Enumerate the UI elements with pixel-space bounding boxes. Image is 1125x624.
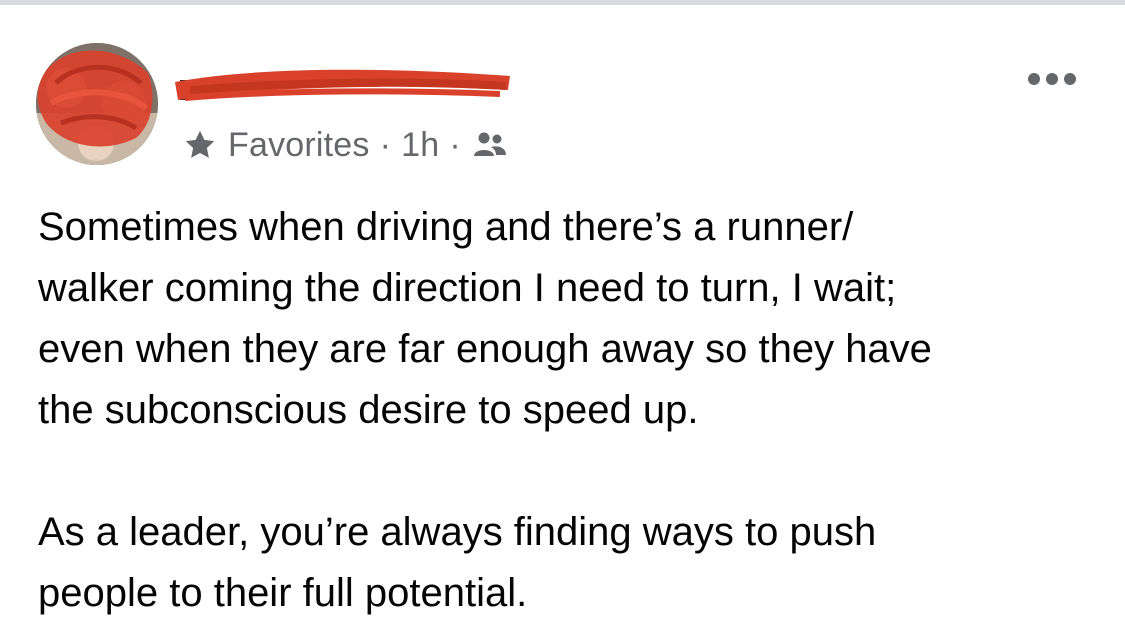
friends-icon[interactable] [473,130,507,160]
avatar-photo [36,43,158,165]
star-icon [182,127,218,163]
post-timestamp[interactable]: 1h [401,126,439,165]
post-paragraph: Sometimes when driving and there’s a run… [38,205,932,432]
meta-separator: · [379,125,392,164]
feed-post: Favorites · 1h · Sometimes when driving … [0,5,1125,615]
more-options-button[interactable] [1012,62,1092,96]
post-meta: Favorites · 1h · [182,123,507,167]
post-body: Sometimes when driving and there’s a run… [38,197,1098,624]
meta-separator: · [449,125,461,164]
more-dot-icon [1028,73,1040,85]
author-name-redaction [170,60,515,110]
post-paragraph: As a leader, you’re always finding ways … [38,510,877,615]
more-dot-icon [1046,73,1058,85]
audience-list-label[interactable]: Favorites [228,126,370,165]
more-dot-icon [1064,73,1076,85]
avatar[interactable] [36,43,158,165]
